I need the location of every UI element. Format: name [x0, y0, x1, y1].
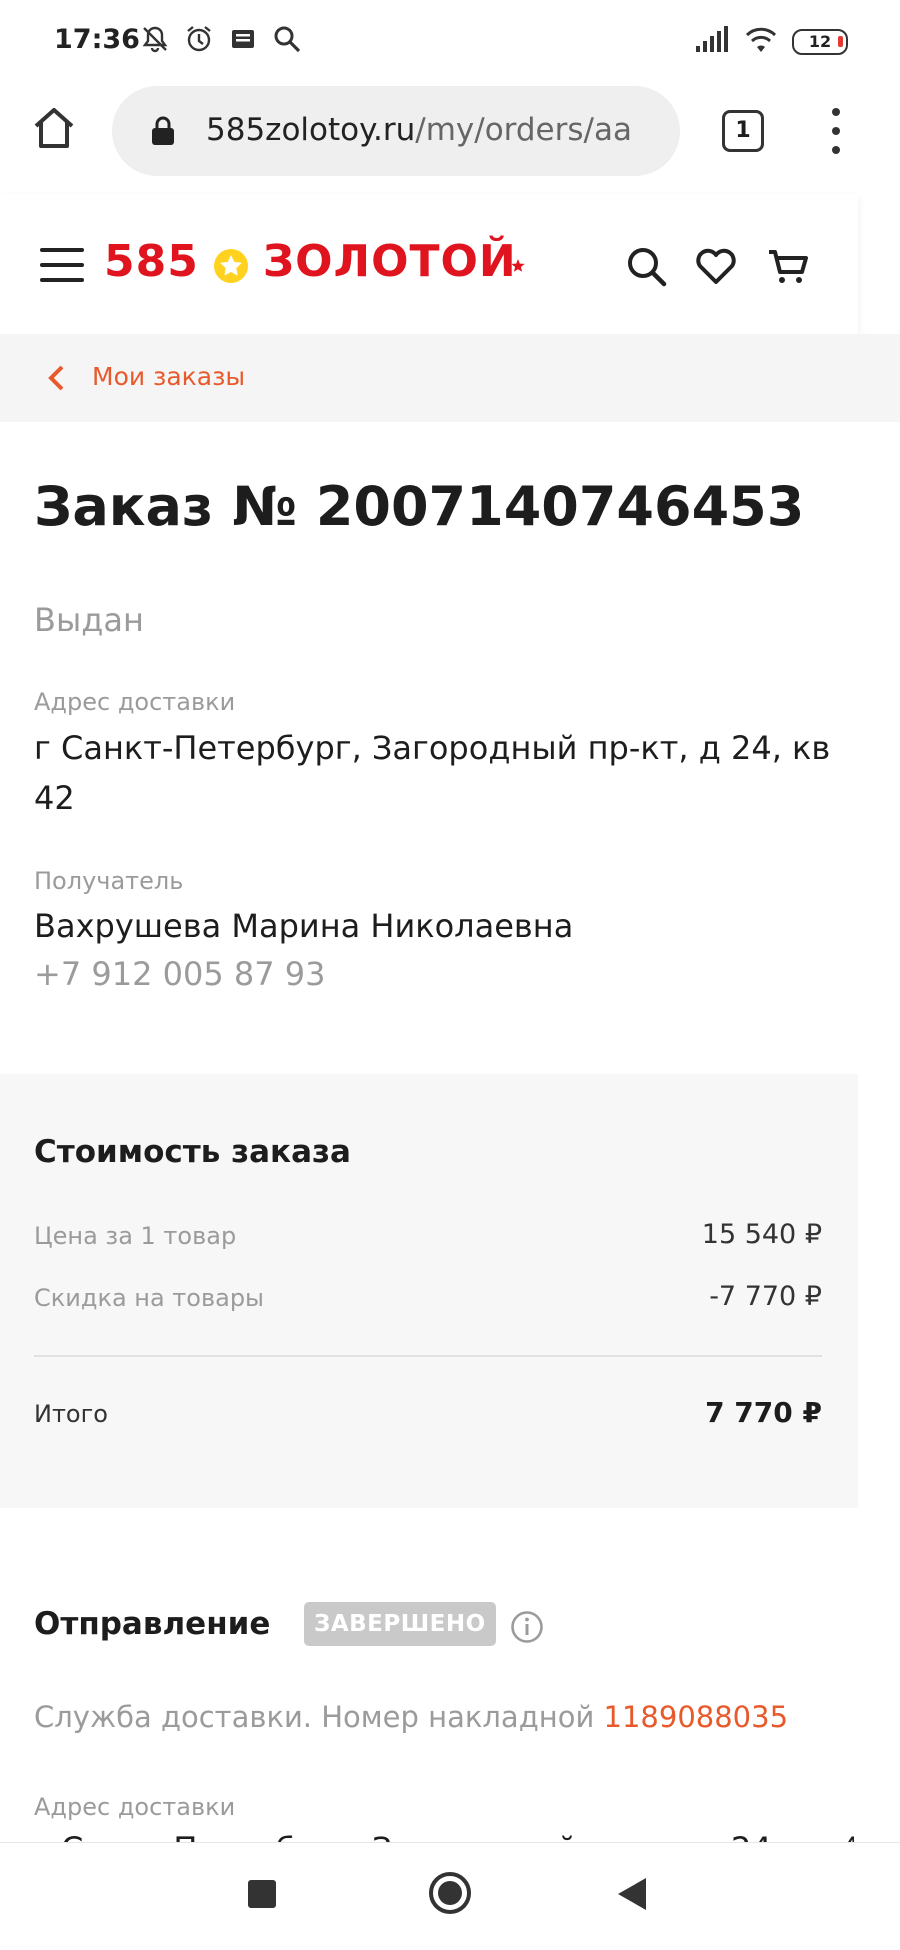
brand-logo[interactable]: 585 ЗОЛОТОЙ [104, 236, 531, 287]
site-header: 585 ЗОЛОТОЙ [0, 194, 858, 334]
delivery-address-value: г Санкт-Петербург, Загородный пр-кт, д 2… [34, 729, 831, 817]
signal-icon [694, 26, 730, 58]
order-status: Выдан [34, 601, 144, 639]
browser-toolbar: 585zolotoy.ru/my/orders/aa 1 [0, 82, 900, 194]
hamburger-menu-icon[interactable] [40, 248, 84, 282]
shipment-address-label: Адрес доставки [34, 1793, 236, 1821]
total-value: 7 770 ₽ [705, 1396, 822, 1429]
logo-word: ЗОЛОТОЙ [262, 236, 517, 287]
url-text: 585zolotoy.ru/my/orders/aa [206, 112, 658, 148]
logo-number: 585 [104, 236, 199, 287]
logo-red-star-icon [511, 233, 525, 272]
cost-heading: Стоимость заказа [34, 1134, 351, 1170]
recipient-phone: +7 912 005 87 93 [34, 955, 326, 993]
lock-icon [150, 116, 176, 146]
order-cost-panel: Стоимость заказа Цена за 1 товар 15 540 … [0, 1074, 858, 1508]
more-menu-icon[interactable] [826, 108, 846, 154]
delivery-address-label: Адрес доставки [34, 688, 236, 716]
info-icon[interactable] [510, 1610, 544, 1644]
total-label: Итого [34, 1400, 108, 1428]
search-icon [272, 24, 302, 54]
cost-row-label: Цена за 1 товар [34, 1222, 237, 1250]
status-badge: ЗАВЕРШЕНО [304, 1602, 496, 1646]
status-bar: 17:36 12 [0, 0, 900, 82]
waybill-number-link[interactable]: 1189088035 [604, 1700, 789, 1734]
address-bar[interactable]: 585zolotoy.ru/my/orders/aa [112, 86, 680, 176]
recent-apps-icon[interactable] [248, 1880, 276, 1908]
back-to-orders-link[interactable]: Мои заказы [92, 362, 245, 391]
url-domain: 585zolotoy.ru [206, 112, 416, 148]
message-icon [228, 24, 258, 54]
system-nav-bar [0, 1842, 900, 1950]
home-button-icon[interactable] [428, 1871, 472, 1915]
cart-icon[interactable] [766, 244, 810, 288]
cost-row-label: Скидка на товары [34, 1284, 265, 1312]
cost-row-value: -7 770 ₽ [709, 1281, 822, 1312]
clock: 17:36 [54, 24, 140, 55]
shipment-title: Отправление [34, 1606, 271, 1642]
url-path: /my/orders/aa [415, 112, 632, 148]
bell-off-icon [140, 24, 170, 54]
delivery-service-text: Служба доставки. Номер накладной [34, 1700, 604, 1734]
alarm-icon [184, 24, 214, 54]
divider [34, 1355, 822, 1357]
cost-row-value: 15 540 ₽ [701, 1219, 822, 1250]
system-status-icons: 12 [694, 26, 848, 58]
recipient-name: Вахрушева Марина Николаевна [34, 907, 574, 945]
page-title: Заказ № 2007140746453 [34, 475, 805, 538]
breadcrumb[interactable]: Мои заказы [0, 334, 900, 422]
notification-icons [140, 24, 302, 54]
star-logo-icon [213, 244, 249, 283]
tab-switcher-button[interactable]: 1 [722, 110, 764, 152]
wifi-icon [744, 26, 778, 58]
chevron-left-icon[interactable] [46, 364, 68, 392]
shipment-address-value: г Санкт-Петербург, Загородный пр-кт, д 2… [34, 1830, 854, 1842]
search-icon[interactable] [624, 244, 668, 288]
battery-icon: 12 [792, 29, 848, 55]
delivery-service-line: Служба доставки. Номер накладной 1189088… [34, 1700, 788, 1734]
favorites-heart-icon[interactable] [694, 244, 738, 288]
recipient-label: Получатель [34, 867, 184, 895]
back-triangle-icon[interactable] [614, 1875, 650, 1913]
home-icon[interactable] [30, 104, 78, 152]
